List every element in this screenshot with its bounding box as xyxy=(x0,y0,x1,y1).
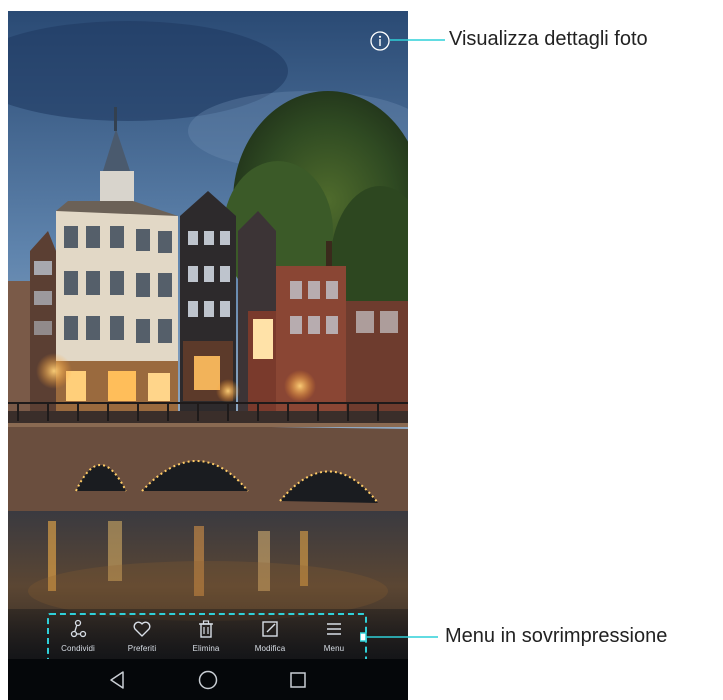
system-navigation-bar xyxy=(8,659,408,700)
hamburger-menu-icon xyxy=(327,623,341,635)
menu-button[interactable]: Menu xyxy=(302,615,366,663)
menu-leader-line xyxy=(360,632,438,642)
details-leader-line xyxy=(390,39,445,41)
edit-icon xyxy=(262,621,278,637)
photo-amsterdam-canal xyxy=(8,11,408,700)
share-label: Condividi xyxy=(61,644,95,653)
back-triangle-icon[interactable] xyxy=(105,667,131,693)
details-callout: Visualizza dettagli foto xyxy=(449,28,648,50)
menu-label: Menu xyxy=(323,644,345,653)
favorite-label: Preferiti xyxy=(127,644,157,653)
home-circle-icon[interactable] xyxy=(195,667,221,693)
share-icon xyxy=(70,619,87,638)
favorite-button[interactable]: Preferiti xyxy=(110,615,174,663)
phone-screen: Condividi Preferiti Elimina Modifica Men… xyxy=(8,11,408,700)
delete-button[interactable]: Elimina xyxy=(174,615,238,663)
info-icon[interactable] xyxy=(369,30,391,52)
share-button[interactable]: Condividi xyxy=(46,615,110,663)
edit-button[interactable]: Modifica xyxy=(238,615,302,663)
heart-icon xyxy=(133,621,151,637)
menu-callout: Menu in sovrimpressione xyxy=(445,625,668,647)
trash-icon xyxy=(199,620,213,638)
recents-square-icon[interactable] xyxy=(285,667,311,693)
edit-label: Modifica xyxy=(254,644,286,653)
delete-label: Elimina xyxy=(192,644,220,653)
